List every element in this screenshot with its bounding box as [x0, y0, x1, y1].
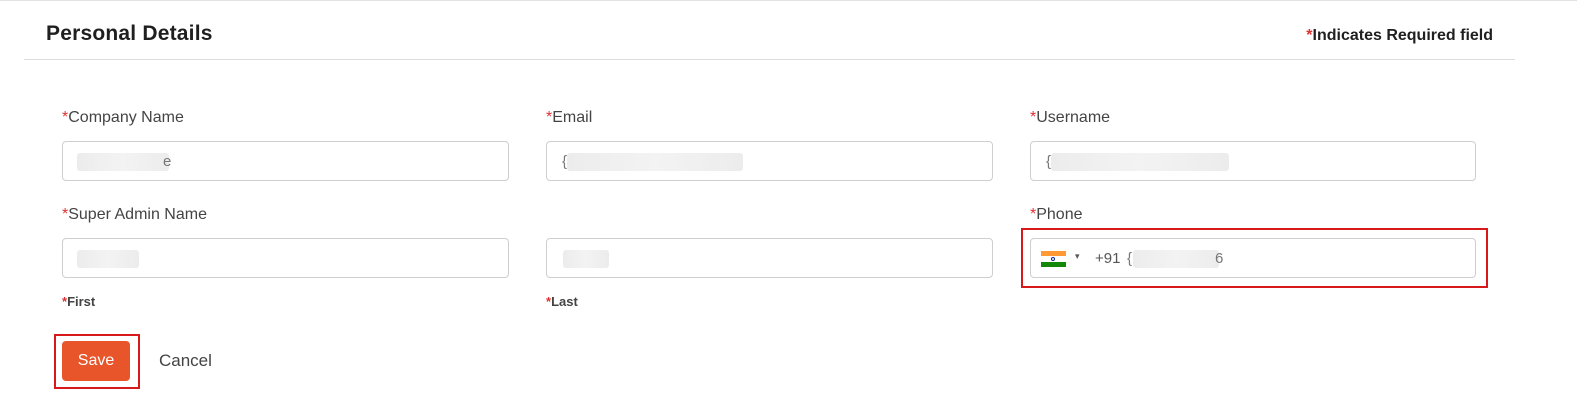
first-name-field[interactable]	[62, 238, 509, 278]
page-title: Personal Details	[46, 22, 213, 45]
phone-value-start: {	[1127, 250, 1133, 267]
last-name-field[interactable]	[546, 238, 993, 278]
country-dropdown-caret-icon[interactable]: ▾	[1075, 251, 1080, 262]
first-sub-label: *First	[62, 294, 96, 309]
chakra-icon	[1051, 256, 1055, 261]
phone-field[interactable]: ▾ +91 { 6	[1030, 238, 1476, 278]
cancel-button[interactable]: Cancel	[159, 351, 212, 371]
header-divider	[24, 59, 1515, 60]
india-flag-icon[interactable]	[1041, 251, 1066, 267]
redacted-value	[563, 250, 609, 268]
phone-label: *Phone	[1030, 206, 1083, 223]
redacted-value	[77, 153, 169, 171]
required-field-note: *Indicates Required field	[1306, 27, 1493, 45]
last-sub-label: *Last	[546, 294, 578, 309]
phone-country-code: +91	[1095, 250, 1121, 267]
personal-details-page: Personal Details *Indicates Required fie…	[0, 0, 1577, 412]
redacted-value	[77, 250, 139, 268]
redacted-value	[1133, 250, 1219, 268]
redacted-value	[567, 153, 743, 171]
company-name-field[interactable]: e	[62, 141, 509, 181]
username-field[interactable]: {	[1030, 141, 1476, 181]
company-name-label: *Company Name	[62, 109, 184, 126]
required-note-text: Indicates Required field	[1312, 27, 1493, 44]
phone-value-end: 6	[1215, 250, 1224, 267]
super-admin-name-label: *Super Admin Name	[62, 206, 207, 223]
username-label: *Username	[1030, 109, 1111, 126]
redacted-value	[1051, 153, 1229, 171]
email-label: *Email	[546, 109, 593, 126]
email-field[interactable]: {	[546, 141, 993, 181]
company-name-value: e	[163, 153, 172, 170]
top-border	[0, 0, 1577, 1]
save-button[interactable]: Save	[62, 341, 130, 381]
